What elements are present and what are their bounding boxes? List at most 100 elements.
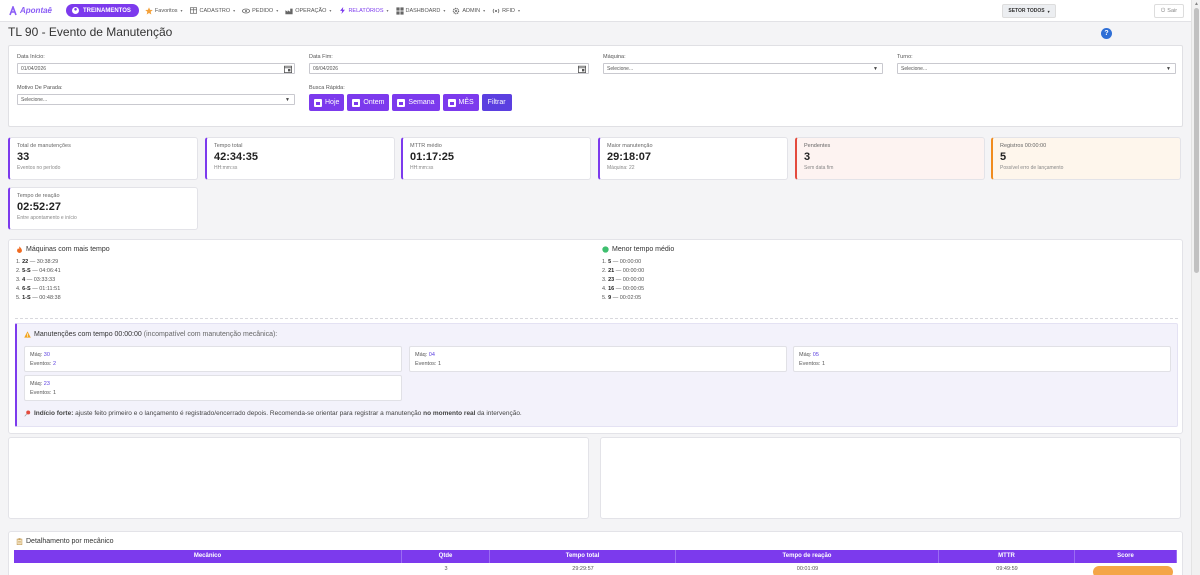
rank-maq: 22 (22, 259, 29, 265)
caret-icon: ▾ (443, 8, 446, 13)
maq-value[interactable]: 04 (429, 352, 435, 358)
warning-note: (incompatível com manutenção mecânica): (143, 331, 278, 338)
page-title: TL 90 - Evento de Manutenção (8, 25, 173, 39)
mechanic-title-text: Detalhamento por mecânico (26, 538, 114, 545)
nav-relatorios[interactable]: RELATÓRIOS ▾ (338, 7, 389, 15)
dashboard-icon (395, 6, 404, 15)
caret-icon: ▾ (483, 8, 486, 13)
divider (15, 318, 1178, 319)
select-value: Selecione... (607, 65, 634, 72)
sair-button[interactable]: ⏻ Sair (1154, 4, 1184, 18)
maq-value[interactable]: 23 (44, 381, 50, 387)
nav-dashboard[interactable]: DASHBOARD ▾ (395, 6, 446, 15)
ontem-button[interactable]: Ontem (347, 94, 390, 111)
list-item: 2. 21 — 00:00:00 (602, 267, 674, 276)
kpi-registros-zero: Registros 00:00:00 5 Possível erro de la… (991, 137, 1181, 180)
maq-value[interactable]: 05 (813, 352, 819, 358)
button-label: Ontem (363, 99, 385, 106)
nav-label: OPERAÇÃO (295, 7, 327, 14)
indicio-bold: Indício forte: (34, 410, 74, 417)
maq-label: Máq: (415, 352, 428, 358)
rank-pos: 1. (602, 259, 607, 265)
treinamentos-button[interactable]: ● TREINAMENTOS (66, 4, 139, 17)
list-item: 3. 23 — 00:00:00 (602, 276, 674, 285)
calendar-icon[interactable] (578, 65, 586, 73)
top-navbar: Apontaê ● TREINAMENTOS Favoritos ▾ CADAST… (0, 0, 1200, 22)
rank-pos: 5. (16, 295, 21, 301)
busca-rapida-field: Busca Rápida: Hoje Ontem Semana MÊS Filt… (309, 85, 512, 111)
rank-time: — 03:33:33 (26, 277, 56, 283)
header-qtde[interactable]: Qtde (402, 550, 490, 563)
rank-title: Máquinas com mais tempo (16, 246, 110, 253)
filtrar-button[interactable]: Filtrar (481, 94, 512, 111)
page-scrollbar[interactable]: ▲ (1191, 0, 1200, 575)
eventos-value: 1 (821, 361, 825, 367)
caret-icon: ▾ (276, 8, 279, 13)
rank-time: — 04:06:41 (32, 268, 61, 274)
rank-mais-tempo: Máquinas com mais tempo 1. 22 — 30:38:29… (16, 246, 110, 303)
list-item: 4. 16 — 00:00:05 (602, 285, 674, 294)
scroll-thumb[interactable] (1194, 8, 1199, 273)
brand-logo[interactable]: Apontaê (8, 5, 66, 16)
header-score[interactable]: Score (1075, 550, 1177, 563)
nav-operacao[interactable]: OPERAÇÃO ▾ (285, 7, 331, 15)
nav-label: Favoritos (154, 7, 178, 14)
data-fim-input[interactable]: 09/04/2026 (309, 63, 589, 74)
setor-dropdown[interactable]: SETOR TODOS ▾ (1002, 4, 1056, 18)
motivo-select[interactable]: Selecione... ▼ (17, 94, 295, 105)
rank-maq: 4 (22, 277, 26, 283)
indicio-text: ajuste feito primeiro e o lançamento é r… (73, 410, 424, 417)
turno-select[interactable]: Selecione... ▼ (897, 63, 1176, 74)
calendar-icon[interactable] (284, 65, 292, 73)
mechanic-panel: Detalhamento por mecânico Mecânico Qtde … (8, 531, 1183, 575)
mes-button[interactable]: MÊS (442, 94, 479, 111)
rank-title-text: Menor tempo médio (612, 246, 675, 253)
maquina-select[interactable]: Selecione... ▼ (603, 63, 883, 74)
eventos-label: Eventos: (30, 361, 52, 367)
bolt-icon (338, 7, 346, 15)
field-label: Máquina: (603, 54, 626, 60)
quick-buttons: Hoje Ontem Semana MÊS Filtrar (309, 94, 512, 111)
hoje-button[interactable]: Hoje (309, 94, 345, 111)
kpi-sub: Máquina: 22 (607, 165, 635, 171)
header-tempo-total[interactable]: Tempo total (490, 550, 676, 563)
nav-label: CADASTRO (199, 7, 231, 14)
calendar-icon (447, 98, 456, 107)
list-item: 4. 6-S — 01:11:51 (16, 285, 110, 294)
warning-title-text: Manutenções com tempo 00:00:00 (34, 331, 142, 338)
data-inicio-field: Data Início: 01/04/2026 (17, 54, 295, 74)
nav-pedido[interactable]: PEDIDO ▾ (242, 7, 278, 15)
nav-rfid[interactable]: RFID ▾ (492, 7, 520, 15)
data-inicio-input[interactable]: 01/04/2026 (17, 63, 295, 74)
nav-cadastro[interactable]: CADASTRO ▾ (190, 7, 235, 15)
table-row: 3 29:29:57 00:01:09 09:49:59 (14, 563, 1177, 575)
grid-icon (190, 7, 198, 15)
indicio-end: da intervenção. (475, 410, 522, 417)
rank-pos: 4. (602, 286, 607, 292)
scroll-up-icon[interactable]: ▲ (1194, 1, 1199, 7)
indicio-note: Indício forte: ajuste feito primeiro e o… (24, 410, 522, 417)
header-mttr[interactable]: MTTR (939, 550, 1075, 563)
nav-favoritos[interactable]: Favoritos ▾ (145, 6, 183, 15)
kpi-pendentes: Pendentes 3 Sem data fim (795, 137, 985, 180)
rank-pos: 3. (16, 277, 21, 283)
eye-icon (242, 7, 251, 15)
header-tempo-reacao[interactable]: Tempo de reação (676, 550, 939, 563)
nav-label: RELATÓRIOS (348, 7, 384, 14)
rank-time: — 30:38:29 (29, 259, 59, 265)
list-item: 5. 1-S — 00:48:38 (16, 294, 110, 303)
nav-admin[interactable]: ADMIN ▾ (452, 7, 485, 15)
semana-button[interactable]: Semana (392, 94, 440, 111)
header-mecanico[interactable]: Mecânico (14, 550, 402, 563)
rank-pos: 3. (602, 277, 607, 283)
rank-pos: 1. (16, 259, 21, 265)
rank-maq: 6-S (22, 286, 31, 292)
help-icon[interactable]: ? (1101, 28, 1112, 39)
machine-card: Máq: 04 Eventos: 1 (409, 346, 787, 372)
rank-pos: 5. (602, 295, 607, 301)
rank-time: — 00:48:38 (32, 295, 61, 301)
caret-icon: ▾ (517, 8, 520, 13)
maq-value[interactable]: 30 (44, 352, 50, 358)
nav-label: PEDIDO (252, 7, 274, 14)
kpi-mttr-medio: MTTR médio 01:17:25 HH:mm:ss (401, 137, 591, 180)
